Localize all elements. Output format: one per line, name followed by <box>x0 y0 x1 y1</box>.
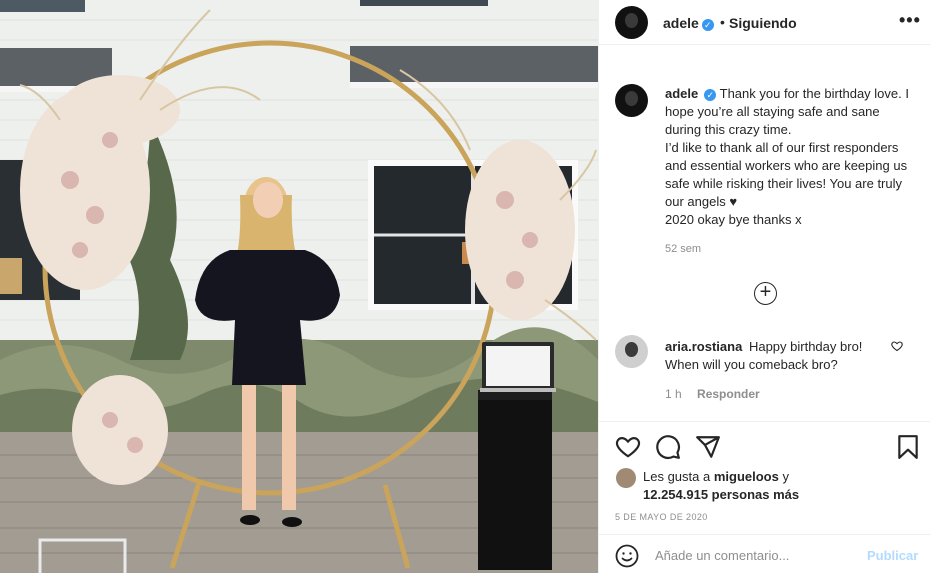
commenter-avatar[interactable] <box>615 335 648 368</box>
like-heart-icon[interactable] <box>615 434 641 460</box>
caption-username[interactable]: adele <box>665 86 698 101</box>
caption-line-2: I’d like to thank all of our first respo… <box>665 140 908 209</box>
save-bookmark-icon[interactable] <box>895 434 921 460</box>
emoji-icon[interactable] <box>615 544 639 568</box>
post-header: adele ✓ • Siguiendo ••• <box>599 0 930 45</box>
caption-author-avatar[interactable] <box>615 84 648 117</box>
comment-input[interactable] <box>655 543 855 567</box>
likes-prefix: Les gusta a <box>643 469 711 484</box>
following-button[interactable]: Siguiendo <box>729 15 797 31</box>
caption-verified-badge-icon: ✓ <box>704 89 717 101</box>
caption-line-3: 2020 okay bye thanks x <box>665 212 802 227</box>
post-photo-illustration <box>0 0 598 573</box>
share-paper-plane-icon[interactable] <box>695 434 721 460</box>
more-options-icon[interactable]: ••• <box>899 10 921 31</box>
header-separator: • <box>720 14 725 30</box>
comment-bubble-icon[interactable] <box>655 434 681 460</box>
caption-line-1: Thank you for the birthday love. I hope … <box>665 86 909 137</box>
post-side-panel: adele ✓ • Siguiendo ••• adele ✓ Thank you … <box>598 0 930 573</box>
post-actions: Les gusta a migueloos y 12.254.915 perso… <box>599 421 930 573</box>
load-more-comments-button[interactable]: + <box>754 282 777 305</box>
reply-button[interactable]: Responder <box>697 387 760 401</box>
likes-conjunction: y <box>782 469 789 484</box>
comment-like-heart-icon[interactable] <box>891 340 903 355</box>
post-photo[interactable] <box>0 0 598 573</box>
add-comment-bar: Publicar <box>599 534 930 573</box>
author-username[interactable]: adele ✓ <box>663 15 714 31</box>
publish-button[interactable]: Publicar <box>867 548 918 563</box>
post-date[interactable]: 5 DE MAYO DE 2020 <box>615 512 708 522</box>
liker-username[interactable]: migueloos <box>714 469 779 484</box>
likes-summary: Les gusta a migueloos y <box>643 469 789 484</box>
verified-badge-icon: ✓ <box>701 19 714 31</box>
liker-avatar[interactable] <box>616 468 636 488</box>
caption-timestamp[interactable]: 52 sem <box>665 243 701 255</box>
likes-count[interactable]: 12.254.915 personas más <box>643 487 799 502</box>
commenter-username[interactable]: aria.rostiana <box>665 339 742 354</box>
plus-circle-icon: + <box>759 281 772 303</box>
comment-item: aria.rostiana Happy birthday bro! When w… <box>665 338 880 374</box>
comment-meta: 1 h Responder <box>665 387 760 401</box>
comment-timestamp[interactable]: 1 h <box>665 387 682 401</box>
post-caption: adele ✓ Thank you for the birthday love. … <box>665 85 915 229</box>
author-username-text[interactable]: adele <box>663 15 699 31</box>
author-avatar[interactable] <box>615 6 648 39</box>
